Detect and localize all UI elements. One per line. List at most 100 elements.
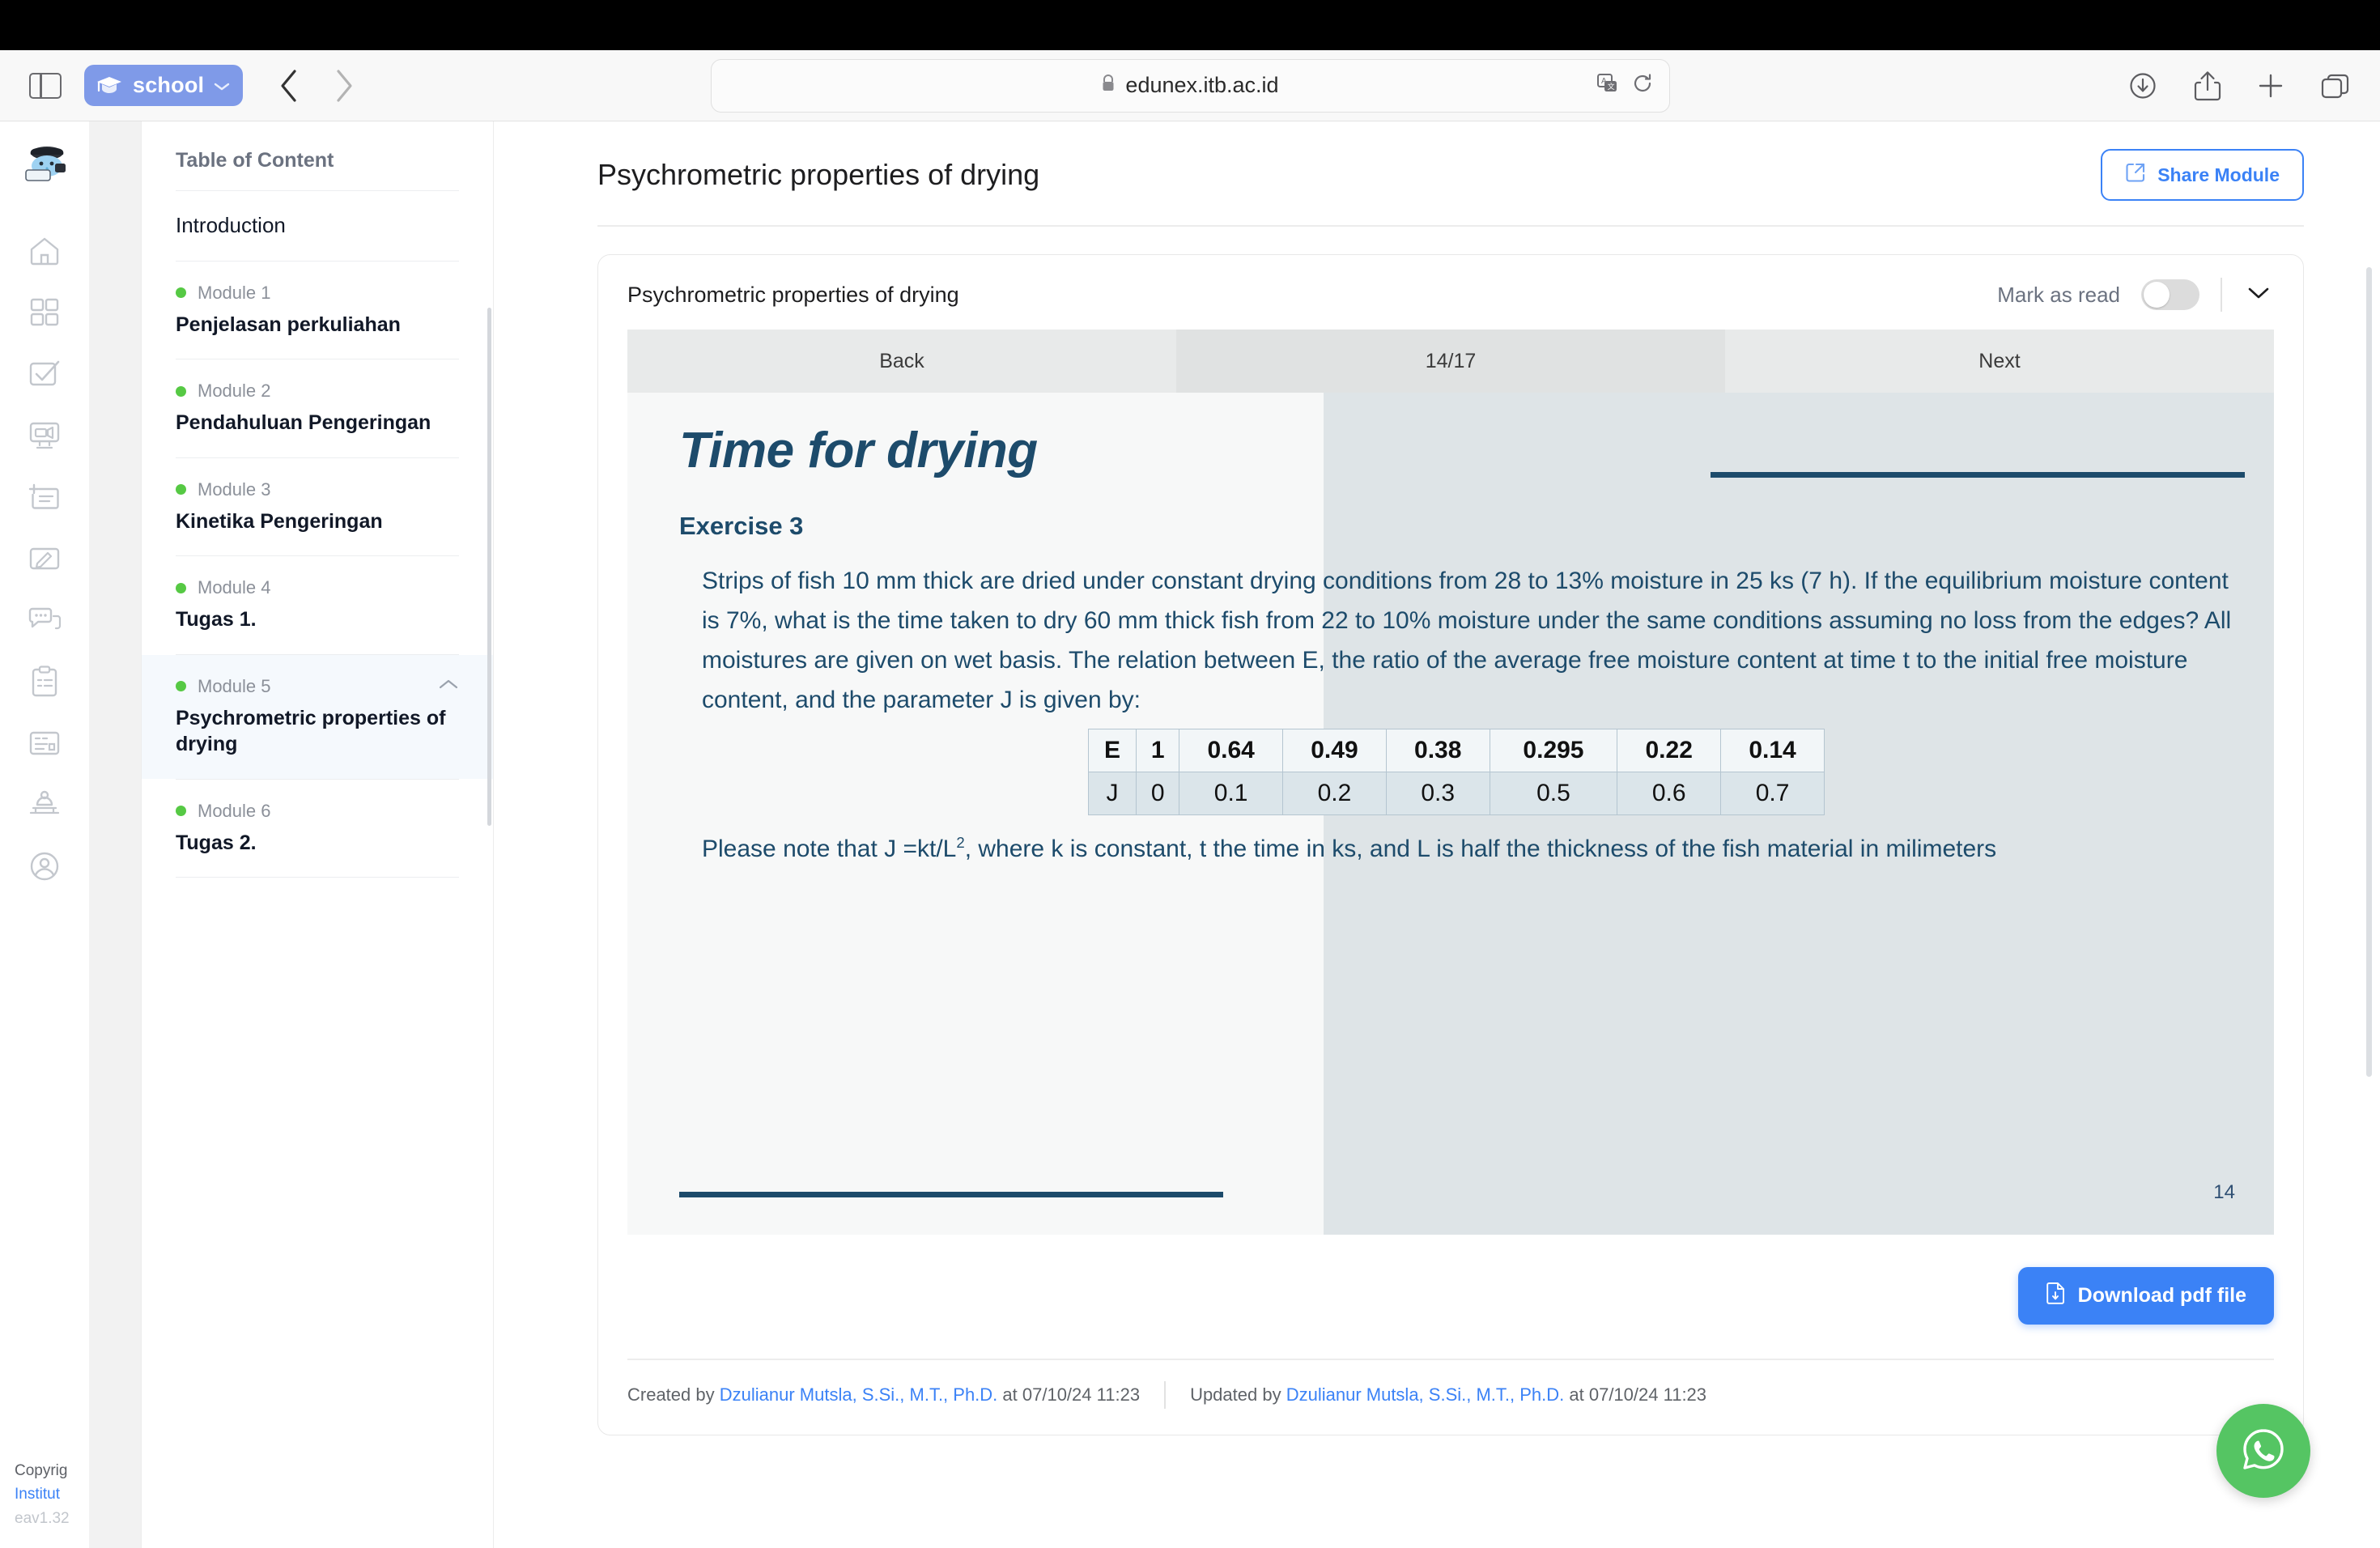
toc-item-module-2[interactable]: Module 2 Pendahuluan Pengeringan: [142, 359, 493, 457]
share-icon[interactable]: [2194, 70, 2221, 102]
browser-toolbar-actions: [2127, 70, 2351, 102]
graduation-cap-icon: [96, 74, 123, 98]
add-note-icon[interactable]: [22, 474, 67, 520]
slide-title: Time for drying: [679, 423, 1038, 478]
table-cell: 0.14: [1720, 728, 1825, 772]
toc-module-row: Module 4: [176, 577, 459, 598]
table-cell: 0.64: [1179, 728, 1284, 772]
dashboard-grid-icon[interactable]: [22, 290, 67, 335]
elephant-mascot-logo[interactable]: [19, 139, 70, 189]
table-cell: 0.22: [1617, 728, 1722, 772]
chevron-down-icon: [214, 79, 230, 95]
lock-icon: [1101, 74, 1116, 97]
table-cell: 0: [1136, 771, 1180, 815]
toc-module-label: Module 6: [198, 800, 271, 821]
new-tab-icon[interactable]: [2257, 72, 2284, 100]
status-dot-icon: [176, 484, 186, 495]
share-module-button[interactable]: Share Module: [2101, 149, 2304, 201]
pencil-edit-icon[interactable]: [22, 536, 67, 581]
page-scrollbar[interactable]: [2366, 267, 2372, 1077]
toc-module-row: Module 5: [176, 676, 459, 697]
toc-item-module-5[interactable]: Module 5 Psychrometric properties of dry…: [142, 654, 493, 779]
profile-chip-school[interactable]: school: [84, 65, 244, 106]
toc-module-row: Module 2: [176, 381, 459, 402]
module-card: Psychrometric properties of drying Mark …: [597, 254, 2304, 1435]
url-bar[interactable]: edunex.itb.ac.id A 文: [710, 58, 1670, 113]
whatsapp-icon: [2238, 1423, 2289, 1479]
mark-as-read-toggle[interactable]: [2141, 279, 2199, 310]
chevron-down-icon[interactable]: [2243, 283, 2274, 308]
toc-scrollbar[interactable]: [487, 308, 491, 826]
forward-button[interactable]: [322, 64, 366, 108]
status-dot-icon: [176, 385, 186, 397]
table-row: J 0 0.1 0.2 0.3 0.5 0.6 0.7: [1087, 771, 1825, 815]
home-icon[interactable]: [22, 228, 67, 274]
toc-item-label: Tugas 2.: [176, 831, 257, 854]
created-by-author[interactable]: Dzulianur Mutsla, S.Si., M.T., Ph.D.: [720, 1384, 998, 1405]
table-cell: 0.2: [1282, 771, 1387, 815]
slide-back-button[interactable]: Back: [627, 330, 1176, 393]
main-content: Psychrometric properties of drying Share…: [494, 121, 2380, 1548]
status-dot-icon: [176, 582, 186, 593]
browser-toolbar: school edunex.itb.ac.id A 文: [0, 50, 2380, 121]
module-meta-row: Created by Dzulianur Mutsla, S.Si., M.T.…: [598, 1360, 2303, 1435]
toc-item-label: Tugas 1.: [176, 608, 257, 632]
macos-top-strip: [0, 0, 2380, 50]
module-card-header: Psychrometric properties of drying Mark …: [598, 255, 2303, 330]
back-button[interactable]: [267, 64, 311, 108]
table-cell-label: E: [1087, 728, 1137, 772]
table-cell: 0.1: [1179, 771, 1284, 815]
updated-by-meta: Updated by Dzulianur Mutsla, S.Si., M.T.…: [1190, 1384, 1706, 1406]
toc-module-row: Module 1: [176, 283, 459, 304]
download-pdf-icon: [2046, 1282, 2067, 1310]
toc-item-module-6[interactable]: Module 6 Tugas 2.: [142, 780, 493, 878]
updated-by-timestamp: at 07/10/24 11:23: [1569, 1384, 1707, 1405]
chevron-up-icon[interactable]: [438, 678, 459, 695]
user-profile-icon[interactable]: [22, 844, 67, 889]
whatsapp-fab-button[interactable]: [2216, 1404, 2310, 1498]
task-check-icon[interactable]: [22, 351, 67, 397]
downloads-icon[interactable]: [2127, 70, 2158, 101]
slide-page-number: 14: [2213, 1181, 2235, 1203]
chat-bubble-icon[interactable]: [22, 598, 67, 643]
slide-paragraph-2: Please note that J =kt/L2, where k is co…: [679, 830, 2233, 870]
divider: [176, 877, 459, 878]
sidebar-toggle-icon[interactable]: [29, 72, 62, 99]
table-cell-label: J: [1087, 771, 1137, 815]
slide-bottom-rule: [679, 1192, 1223, 1197]
toc-item-introduction[interactable]: Introduction: [142, 191, 493, 261]
share-module-icon: [2125, 162, 2146, 188]
toc-item-module-4[interactable]: Module 4 Tugas 1.: [142, 556, 493, 654]
toc-module-row: Module 6: [176, 801, 459, 822]
mark-as-read-label: Mark as read: [1997, 282, 2120, 307]
reload-icon[interactable]: [1632, 73, 1653, 98]
slide-exercise-label: Exercise 3: [679, 512, 804, 540]
url-bar-actions: A 文: [1596, 60, 1653, 112]
table-cell: 0.6: [1617, 771, 1722, 815]
table-row: E 1 0.64 0.49 0.38 0.295 0.22 0.14: [1087, 728, 1825, 772]
svg-text:文: 文: [1607, 82, 1614, 91]
main-header: Psychrometric properties of drying Share…: [597, 149, 2304, 201]
download-pdf-button[interactable]: Download pdf file: [2017, 1267, 2274, 1325]
slide-data-table: E 1 0.64 0.49 0.38 0.295 0.22 0.14 J 0 0…: [1087, 728, 1825, 815]
translate-icon[interactable]: A 文: [1596, 72, 1619, 99]
toc-panel-backdrop: Table of Content Introduction Module 1 P…: [89, 121, 494, 1548]
status-dot-icon: [176, 681, 186, 692]
clipboard-list-icon[interactable]: [22, 659, 67, 704]
table-cell: 0.3: [1385, 771, 1490, 815]
updated-by-author[interactable]: Dzulianur Mutsla, S.Si., M.T., Ph.D.: [1286, 1384, 1565, 1405]
profile-chip-label: school: [133, 73, 205, 97]
download-pdf-label: Download pdf file: [2077, 1284, 2246, 1307]
video-conference-icon[interactable]: [22, 413, 67, 458]
slide-next-button[interactable]: Next: [1725, 330, 2274, 393]
tabs-overview-icon[interactable]: [2320, 72, 2351, 100]
institution-link[interactable]: Institut: [15, 1482, 70, 1506]
left-icon-rail: Copyrig Institut eav1.32: [0, 121, 89, 1548]
created-by-meta: Created by Dzulianur Mutsla, S.Si., M.T.…: [627, 1384, 1140, 1406]
toc-item-module-1[interactable]: Module 1 Penjelasan perkuliahan: [142, 262, 493, 359]
podium-teaching-icon[interactable]: [22, 782, 67, 827]
toc-item-module-3[interactable]: Module 3 Kinetika Pengeringan: [142, 458, 493, 556]
slide-canvas[interactable]: Time for drying Exercise 3 Strips of fis…: [627, 393, 2274, 1235]
form-card-icon[interactable]: [22, 721, 67, 766]
toc-module-label: Module 4: [198, 577, 271, 598]
